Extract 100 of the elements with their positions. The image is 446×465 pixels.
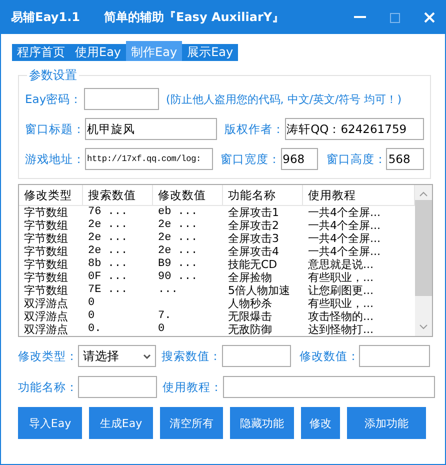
action-button[interactable]: 生成Eay: [89, 407, 153, 439]
table-cell-text: 全屏攻击3: [227, 232, 280, 245]
table-cell-text: 意思就是说...: [307, 258, 374, 271]
table-cell-text: 人物秒杀: [227, 297, 273, 310]
table-cell-text: ...: [157, 284, 179, 297]
input-field[interactable]: 568: [386, 148, 424, 170]
table-cell-text: 7E ...: [87, 284, 129, 297]
table-cell-text: B9 ...: [157, 258, 199, 271]
table-cell-text: 无敌防御: [227, 323, 273, 336]
table-cell-text: 字节数组: [23, 245, 69, 258]
table-cell-text: 一共4个全屏...: [307, 232, 382, 245]
input-field[interactable]: [222, 345, 292, 367]
table-cell-text: 双浮游点: [23, 323, 69, 336]
table-cell-text: 攻击怪物的...: [307, 310, 374, 323]
maximize-icon[interactable]: [390, 12, 400, 22]
column-header[interactable]: 修改数值: [153, 185, 223, 205]
type-dropdown[interactable]: 请选择: [78, 345, 156, 367]
field-label: 窗口高度：: [326, 152, 386, 166]
table-cell-text: 无限爆击: [227, 310, 273, 323]
table-row[interactable]: 字节数组 8b ... B9 ... 技能无CD 意思就是说...: [19, 258, 415, 271]
table-cell-text: 双浮游点: [23, 297, 69, 310]
table-cell-text: 2e ...: [157, 245, 199, 258]
table-cell-text: 达到怪物打...: [307, 323, 374, 336]
table-cell-text: 字节数组: [23, 206, 69, 219]
table-row[interactable]: 字节数组 2e ... 2e ... 全屏攻击3 一共4个全屏...: [19, 232, 415, 245]
field-label: 游戏地址：: [25, 152, 85, 166]
table-cell-text: 一共4个全屏...: [307, 219, 382, 232]
table-cell-text: 2e ...: [87, 219, 129, 232]
table-cell-text: 76 ...: [87, 206, 129, 219]
field-label: 使用教程：: [162, 380, 223, 394]
table-row[interactable]: 字节数组 2e ... 2e ... 全屏攻击2 一共4个全屏...: [19, 219, 415, 232]
scroll-up-icon[interactable]: [419, 191, 428, 197]
input-field[interactable]: 涛轩QQ：624261759: [284, 118, 424, 140]
close-icon[interactable]: [424, 12, 435, 23]
input-field[interactable]: 机甲旋风: [85, 118, 217, 140]
table-cell-text: 8b ...: [87, 258, 129, 271]
column-header[interactable]: 功能名称: [223, 185, 303, 205]
table-cell-text: 字节数组: [23, 232, 69, 245]
table-cell-text: 0: [157, 323, 166, 336]
input-field[interactable]: 968: [280, 148, 318, 170]
table-cell-text: 90 ...: [157, 271, 199, 284]
table-cell-text: 0F ...: [87, 271, 129, 284]
field-label: 窗口宽度：: [220, 152, 281, 166]
group-legend: 参数设置: [27, 67, 79, 84]
hint-text: (防止他人盗用您的代码, 中文/英文/符号 均可！): [166, 92, 402, 106]
field-label: 修改数值：: [299, 348, 360, 364]
table-cell-text: 5倍人物加速: [227, 284, 291, 297]
table-cell-text: 技能无CD: [227, 258, 278, 271]
table-cell-text: 一共4个全屏...: [307, 245, 382, 258]
table-cell-text: 字节数组: [23, 271, 69, 284]
input-field[interactable]: http://17xf.qq.com/log:: [85, 148, 213, 170]
table-cell-text: 0.: [87, 323, 102, 336]
action-button[interactable]: 添加功能: [347, 407, 426, 439]
field-label: 功能名称：: [18, 380, 78, 394]
table-cell-text: 2e ...: [87, 232, 129, 245]
table-cell-text: 7.: [157, 310, 172, 323]
table-cell-text: 2e ...: [157, 219, 199, 232]
app-name: 易辅Eay1.1: [11, 9, 80, 26]
table-row[interactable]: 双浮游点 0 7. 无限爆击 攻击怪物的...: [19, 310, 415, 323]
table-row[interactable]: 字节数组 76 ... eb ... 全屏攻击1 一共4个全屏...: [19, 206, 415, 219]
table-row[interactable]: 字节数组 2e ... 2e ... 全屏攻击4 一共4个全屏...: [19, 245, 415, 258]
field-label: 修改类型：: [18, 348, 78, 364]
table-row[interactable]: 双浮游点 0. 0 无敌防御 达到怪物打...: [19, 323, 415, 336]
table-cell-text: 全屏攻击2: [227, 219, 280, 232]
table-cell-text: 字节数组: [23, 219, 69, 232]
input-field[interactable]: [359, 345, 430, 367]
input-field[interactable]: [222, 376, 435, 398]
field-label: 版权作者：: [224, 122, 285, 136]
table-cell-text: 2e ...: [87, 245, 129, 258]
table-cell-text: 字节数组: [23, 258, 69, 271]
caret-icon: [142, 354, 151, 358]
table-cell-text: 双浮游点: [23, 310, 69, 323]
table-row[interactable]: 双浮游点 0 人物秒杀 有些职业，...: [19, 297, 415, 310]
table-cell-text: 有些职业，...: [307, 297, 374, 310]
window-title: 简单的辅助『Easy AuxiliarY』: [104, 9, 284, 26]
table-cell-text: 全屏捡物: [227, 271, 273, 284]
table-cell-text: 一共4个全屏...: [307, 206, 382, 219]
scroll-down-icon[interactable]: [419, 324, 428, 330]
input-field[interactable]: [78, 376, 157, 398]
table-cell-text: 有些职业，...: [307, 271, 374, 284]
column-header[interactable]: 修改类型: [19, 185, 83, 205]
scroll-thumb[interactable]: [415, 200, 432, 296]
table-cell-text: 0: [87, 297, 96, 310]
password-field[interactable]: [84, 88, 159, 110]
action-button[interactable]: 导入Eay: [18, 407, 82, 439]
table-cell-text: 2e ...: [157, 232, 199, 245]
table-cell-text: eb ...: [157, 206, 199, 219]
minimize-icon[interactable]: [354, 16, 366, 19]
table-cell-text: 全屏攻击1: [227, 206, 280, 219]
table-cell-text: 让您刷图更...: [307, 284, 374, 297]
action-button[interactable]: 修改: [301, 407, 340, 439]
action-button[interactable]: 隐藏功能: [230, 407, 294, 439]
table-row[interactable]: 字节数组 7E ... ... 5倍人物加速 让您刷图更...: [19, 284, 415, 297]
field-label: 搜索数值：: [162, 348, 222, 364]
table-cell-text: 字节数组: [23, 284, 69, 297]
action-button[interactable]: 清空所有: [160, 407, 223, 439]
field-label: Eay密码：: [25, 92, 84, 106]
column-header[interactable]: 搜索数值: [83, 185, 153, 205]
table-row[interactable]: 字节数组 0F ... 90 ... 全屏捡物 有些职业，...: [19, 271, 415, 284]
scrollbar[interactable]: [415, 185, 432, 336]
